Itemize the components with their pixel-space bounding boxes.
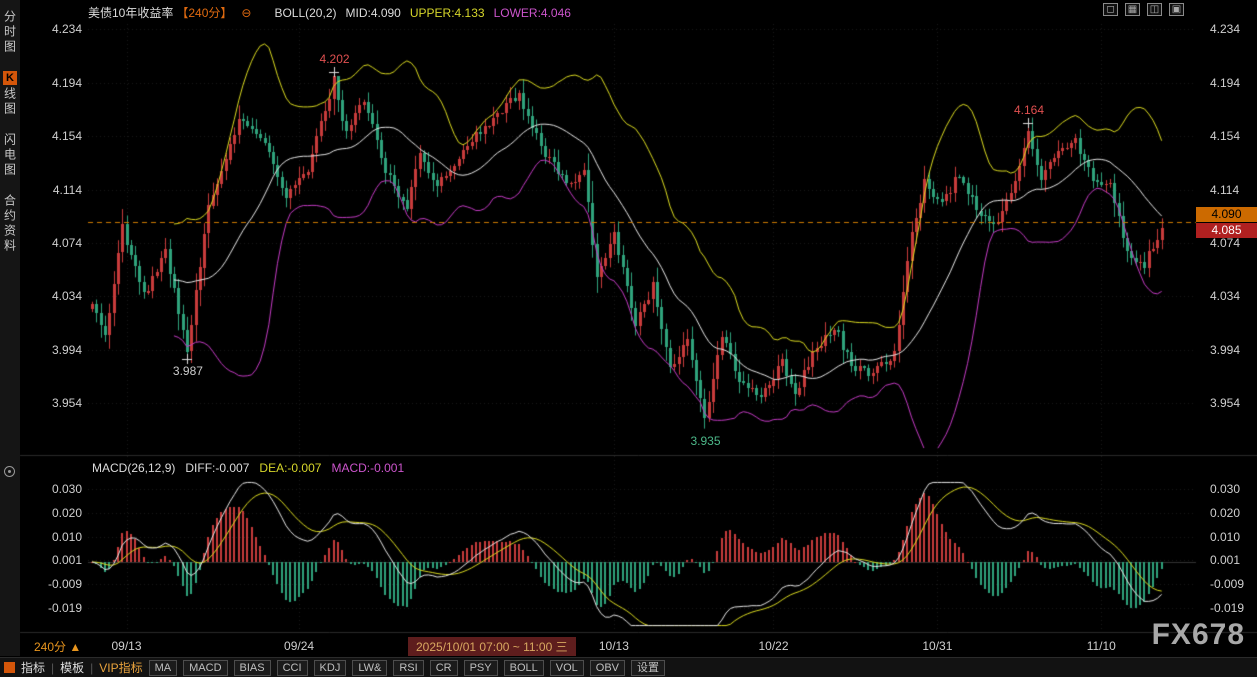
sidebar-item-contract-info[interactable]: 合约资料 bbox=[2, 194, 19, 254]
split-layout-icon[interactable]: ◫ bbox=[1147, 3, 1162, 16]
macd-dea-value: DEA:-0.007 bbox=[259, 461, 321, 475]
sidebar-item-label: 闪电图 bbox=[2, 133, 19, 178]
boll-upper-value: UPPER:4.133 bbox=[410, 6, 485, 20]
indicator-button-kdj[interactable]: KDJ bbox=[314, 660, 347, 676]
crosshair-tool-icon[interactable] bbox=[4, 466, 15, 477]
period-dropdown-arrow-icon: ▲ bbox=[69, 640, 81, 654]
sidebar-item-label: 合约资料 bbox=[2, 194, 19, 254]
indicator-button-vol[interactable]: VOL bbox=[550, 660, 584, 676]
sidebar-item-kline[interactable]: K 线图 bbox=[2, 71, 19, 117]
toolbar-separator: | bbox=[51, 661, 54, 675]
sidebar-item-label: 线图 bbox=[2, 87, 19, 117]
tab-indicator[interactable]: 指标 bbox=[21, 659, 45, 676]
last-price-tag: 4.085 bbox=[1196, 223, 1257, 238]
macd-diff-value: DIFF:-0.007 bbox=[185, 461, 249, 475]
selected-bar-time: 2025/10/01 07:00 ~ 11:00 三 bbox=[408, 637, 576, 656]
instrument-title: 美债10年收益率 bbox=[88, 4, 173, 21]
period-selector-label: 240分 bbox=[34, 640, 66, 654]
period-selector[interactable]: 240分 ▲ bbox=[34, 638, 81, 655]
indicator-button-macd[interactable]: MACD bbox=[183, 660, 227, 676]
boll-mid-price-tag: 4.090 bbox=[1196, 207, 1257, 222]
maximize-icon[interactable]: ▣ bbox=[1169, 3, 1184, 16]
kline-badge: K bbox=[3, 71, 17, 85]
macd-header: MACD(26,12,9) DIFF:-0.007 DEA:-0.007 MAC… bbox=[92, 461, 404, 475]
bottom-toolbar: 指标 | 模板 | VIP指标 MA MACD BIAS CCI KDJ LW&RSI CR PSY BO… bbox=[0, 657, 1257, 677]
sidebar-item-lightning[interactable]: 闪电图 bbox=[2, 133, 19, 178]
tab-vip-indicator[interactable]: VIP指标 bbox=[99, 659, 142, 676]
indicator-button-obv[interactable]: OBV bbox=[590, 660, 625, 676]
left-sidebar: 分时图 K 线图闪电图合约资料 bbox=[0, 0, 20, 656]
indicator-button-lw[interactable]: LW& bbox=[352, 660, 387, 676]
single-chart-icon[interactable]: ◻ bbox=[1103, 3, 1118, 16]
indicator-button-cr[interactable]: CR bbox=[430, 660, 458, 676]
indicator-button-rsi[interactable]: RSI bbox=[393, 660, 423, 676]
grid-layout-icon[interactable]: ▦ bbox=[1125, 3, 1140, 16]
time-axis-row: 240分 ▲ 2025/10/01 07:00 ~ 11:00 三 bbox=[0, 636, 1257, 656]
indicator-button-psy[interactable]: PSY bbox=[464, 660, 498, 676]
period-label: 【240分】 bbox=[176, 4, 232, 21]
boll-mid-value: MID:4.090 bbox=[346, 6, 401, 20]
indicator-button-cci[interactable]: CCI bbox=[277, 660, 308, 676]
chart-application: 4.2344.2344.1944.1944.1544.1544.1144.114… bbox=[0, 0, 1257, 677]
settings-button[interactable]: 设置 bbox=[631, 660, 665, 676]
boll-lower-value: LOWER:4.046 bbox=[494, 6, 571, 20]
toolbar-separator: | bbox=[90, 661, 93, 675]
sidebar-item-label: 分时图 bbox=[2, 10, 19, 55]
indicator-button-ma[interactable]: MA bbox=[149, 660, 178, 676]
boll-params-label: BOLL(20,2) bbox=[274, 6, 336, 20]
chart-header: 美债10年收益率 【240分】 ⊖ BOLL(20,2) MID:4.090 U… bbox=[88, 4, 571, 21]
indicator-button-boll[interactable]: BOLL bbox=[504, 660, 544, 676]
collapse-icon[interactable]: ⊖ bbox=[241, 6, 251, 20]
indicator-button-bias[interactable]: BIAS bbox=[234, 660, 271, 676]
macd-macd-value: MACD:-0.001 bbox=[331, 461, 404, 475]
fx678-watermark: FX678 bbox=[1152, 618, 1245, 652]
window-layout-icons: ◻ ▦ ◫ ▣ bbox=[1103, 3, 1184, 16]
chart-canvas[interactable] bbox=[0, 0, 1257, 677]
indicator-panel-icon bbox=[4, 662, 15, 673]
sidebar-item-timeshare[interactable]: 分时图 bbox=[2, 10, 19, 55]
tab-template[interactable]: 模板 bbox=[60, 659, 84, 676]
macd-params-label: MACD(26,12,9) bbox=[92, 461, 175, 475]
